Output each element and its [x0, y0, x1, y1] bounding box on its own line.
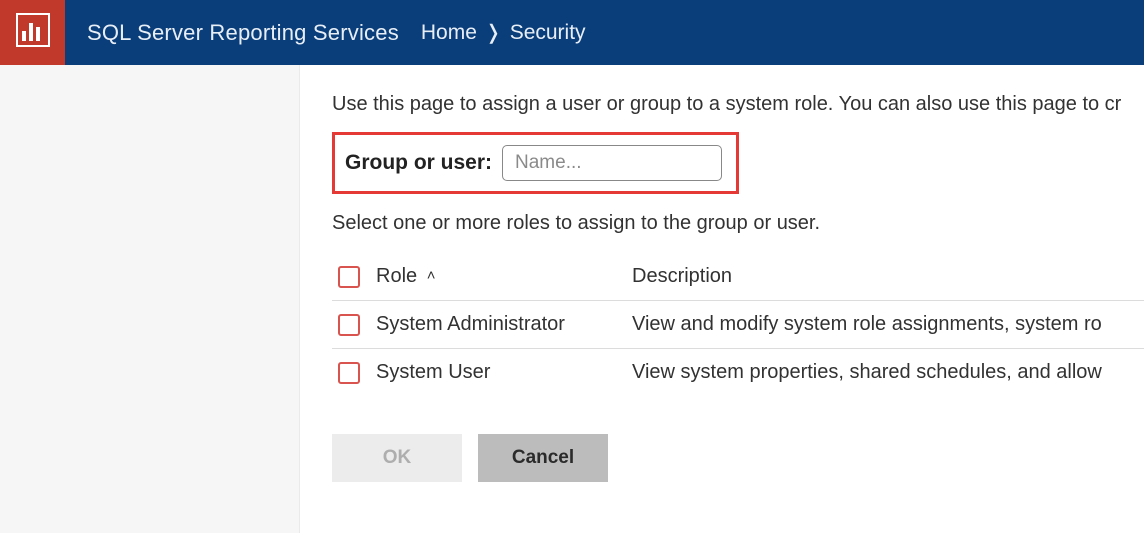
- body-wrap: Use this page to assign a user or group …: [0, 65, 1144, 533]
- role-column-header[interactable]: Role ˄: [376, 265, 632, 288]
- roles-table-header: Role ˄ Description: [332, 253, 1144, 300]
- role-checkbox[interactable]: [338, 362, 360, 384]
- role-name: System Administrator: [376, 313, 632, 336]
- cancel-button[interactable]: Cancel: [478, 434, 608, 482]
- role-name: System User: [376, 361, 632, 384]
- select-roles-hint: Select one or more roles to assign to th…: [332, 212, 1144, 235]
- role-description: View and modify system role assignments,…: [632, 313, 1144, 336]
- group-or-user-label: Group or user:: [345, 151, 492, 175]
- table-row: System User View system properties, shar…: [332, 348, 1144, 396]
- breadcrumb-home-link[interactable]: Home: [421, 21, 477, 45]
- role-header-label: Role: [376, 265, 417, 287]
- app-header: SQL Server Reporting Services Home ❭ Sec…: [0, 0, 1144, 65]
- role-description: View system properties, shared schedules…: [632, 361, 1144, 384]
- app-logo[interactable]: [0, 0, 65, 65]
- group-or-user-highlight: Group or user:: [332, 132, 739, 194]
- app-title: SQL Server Reporting Services: [87, 20, 399, 46]
- role-checkbox[interactable]: [338, 314, 360, 336]
- sidebar: [0, 65, 300, 533]
- sort-ascending-icon: ˄: [427, 267, 436, 284]
- ok-button[interactable]: OK: [332, 434, 462, 482]
- group-or-user-input[interactable]: [502, 145, 722, 181]
- breadcrumb: Home ❭ Security: [421, 20, 586, 45]
- chevron-right-icon: ❭: [485, 20, 502, 45]
- select-all-checkbox[interactable]: [338, 266, 360, 288]
- intro-text: Use this page to assign a user or group …: [332, 93, 1144, 116]
- roles-table: Role ˄ Description System Administrator …: [332, 253, 1144, 396]
- description-column-header: Description: [632, 265, 1144, 288]
- table-row: System Administrator View and modify sys…: [332, 300, 1144, 348]
- main-content: Use this page to assign a user or group …: [300, 65, 1144, 533]
- action-buttons: OK Cancel: [332, 434, 1144, 482]
- bar-chart-icon: [16, 13, 50, 52]
- breadcrumb-current: Security: [510, 21, 586, 45]
